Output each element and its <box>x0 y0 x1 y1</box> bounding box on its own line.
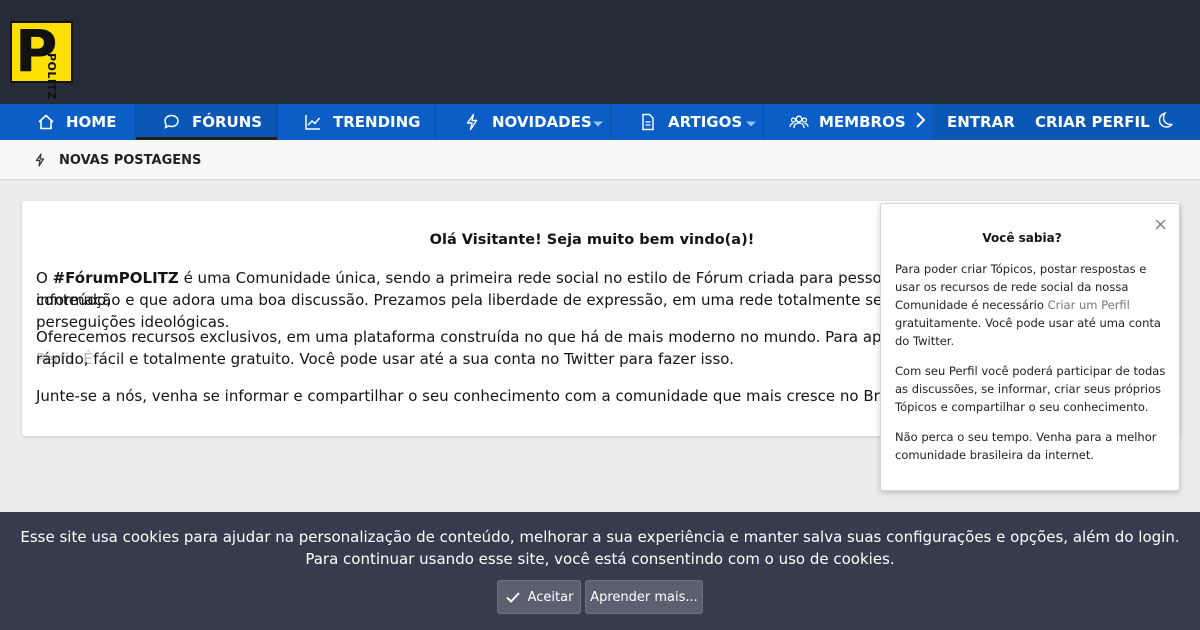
users-icon <box>789 112 809 132</box>
nav-divider <box>763 104 764 140</box>
nav-scroll-right[interactable] <box>908 104 932 140</box>
nav-entrar[interactable]: ENTRAR <box>947 104 1015 140</box>
popup-text-2: Com seu Perfil você poderá participar de… <box>895 364 1166 414</box>
home-icon <box>36 112 56 132</box>
nav-criar-perfil[interactable]: CRIAR PERFIL <box>1035 104 1150 140</box>
caret-down-icon <box>592 113 604 132</box>
popup-criar-perfil-link[interactable]: Criar um Perfil <box>1048 298 1130 312</box>
nav-novidades-dropdown[interactable] <box>585 104 610 140</box>
trend-chart-icon <box>303 112 323 132</box>
nav-foruns[interactable]: FÓRUNS <box>162 104 262 140</box>
site-logo[interactable]: P POLITZ <box>10 20 73 100</box>
nav-foruns-label: FÓRUNS <box>192 113 263 131</box>
accept-cookies-button[interactable]: Aceitar <box>497 580 581 614</box>
caret-down-icon <box>745 113 757 132</box>
popup-text-1: Para poder criar Tópicos, postar respost… <box>895 260 1167 350</box>
site-header: P POLITZ <box>0 0 1200 104</box>
bolt-icon <box>34 153 48 167</box>
subnav-novas-postagens-label: NOVAS POSTAGENS <box>59 152 202 168</box>
sub-nav: NOVAS POSTAGENS <box>0 140 1200 180</box>
nav-novidades-label: NOVIDADES <box>492 113 592 131</box>
nav-membros-label: MEMBROS <box>819 113 906 131</box>
nav-artigos-dropdown[interactable] <box>738 104 763 140</box>
nav-divider <box>277 104 278 140</box>
cookie-text-line-2: Para continuar usando esse site, você es… <box>305 550 895 568</box>
popup-text-3: Não perca o seu tempo. Venha para a melh… <box>895 430 1157 462</box>
nav-divider <box>610 104 611 140</box>
nav-trending-label: TRENDING <box>333 113 421 131</box>
nav-trending[interactable]: TRENDING <box>303 104 420 140</box>
popup-title: Você sabia? <box>982 231 1062 245</box>
nav-novidades[interactable]: NOVIDADES <box>462 104 592 140</box>
logo-word: POLITZ <box>45 53 58 100</box>
check-icon <box>505 589 521 605</box>
nav-divider <box>435 104 436 140</box>
popup-text-1-end: gratuitamente. Você pode usar até uma co… <box>895 316 1161 348</box>
nav-membros[interactable]: MEMBROS <box>789 104 906 140</box>
document-icon <box>638 112 658 132</box>
learn-more-label: Aprender mais... <box>590 589 698 605</box>
main-nav: HOME FÓRUNS TRENDING NOVIDADES ARTIGOS M… <box>0 104 1200 140</box>
info-popup: × Você sabia? Para poder criar Tópicos, … <box>880 203 1180 491</box>
nav-home-label: HOME <box>66 113 117 131</box>
welcome-brand: #FórumPOLITZ <box>52 269 179 287</box>
chat-bubbles-icon <box>162 112 182 132</box>
nav-home[interactable]: HOME <box>36 104 116 140</box>
moon-icon <box>1158 111 1176 133</box>
cookie-text-line-1: Esse site usa cookies para ajudar na per… <box>20 528 1180 546</box>
accept-cookies-label: Aceitar <box>527 589 574 605</box>
nav-criar-perfil-label: CRIAR PERFIL <box>1035 113 1150 131</box>
nav-artigos-label: ARTIGOS <box>668 113 743 131</box>
theme-toggle[interactable] <box>1158 104 1176 140</box>
bolt-icon <box>462 112 482 132</box>
nav-artigos[interactable]: ARTIGOS <box>638 104 742 140</box>
subnav-novas-postagens[interactable]: NOVAS POSTAGENS <box>34 140 201 180</box>
welcome-p1-start: O <box>36 269 53 287</box>
chevron-right-icon <box>914 111 926 133</box>
nav-entrar-label: ENTRAR <box>947 113 1015 131</box>
learn-more-button[interactable]: Aprender mais... <box>585 580 703 614</box>
cookie-notice: Esse site usa cookies para ajudar na per… <box>0 512 1200 630</box>
